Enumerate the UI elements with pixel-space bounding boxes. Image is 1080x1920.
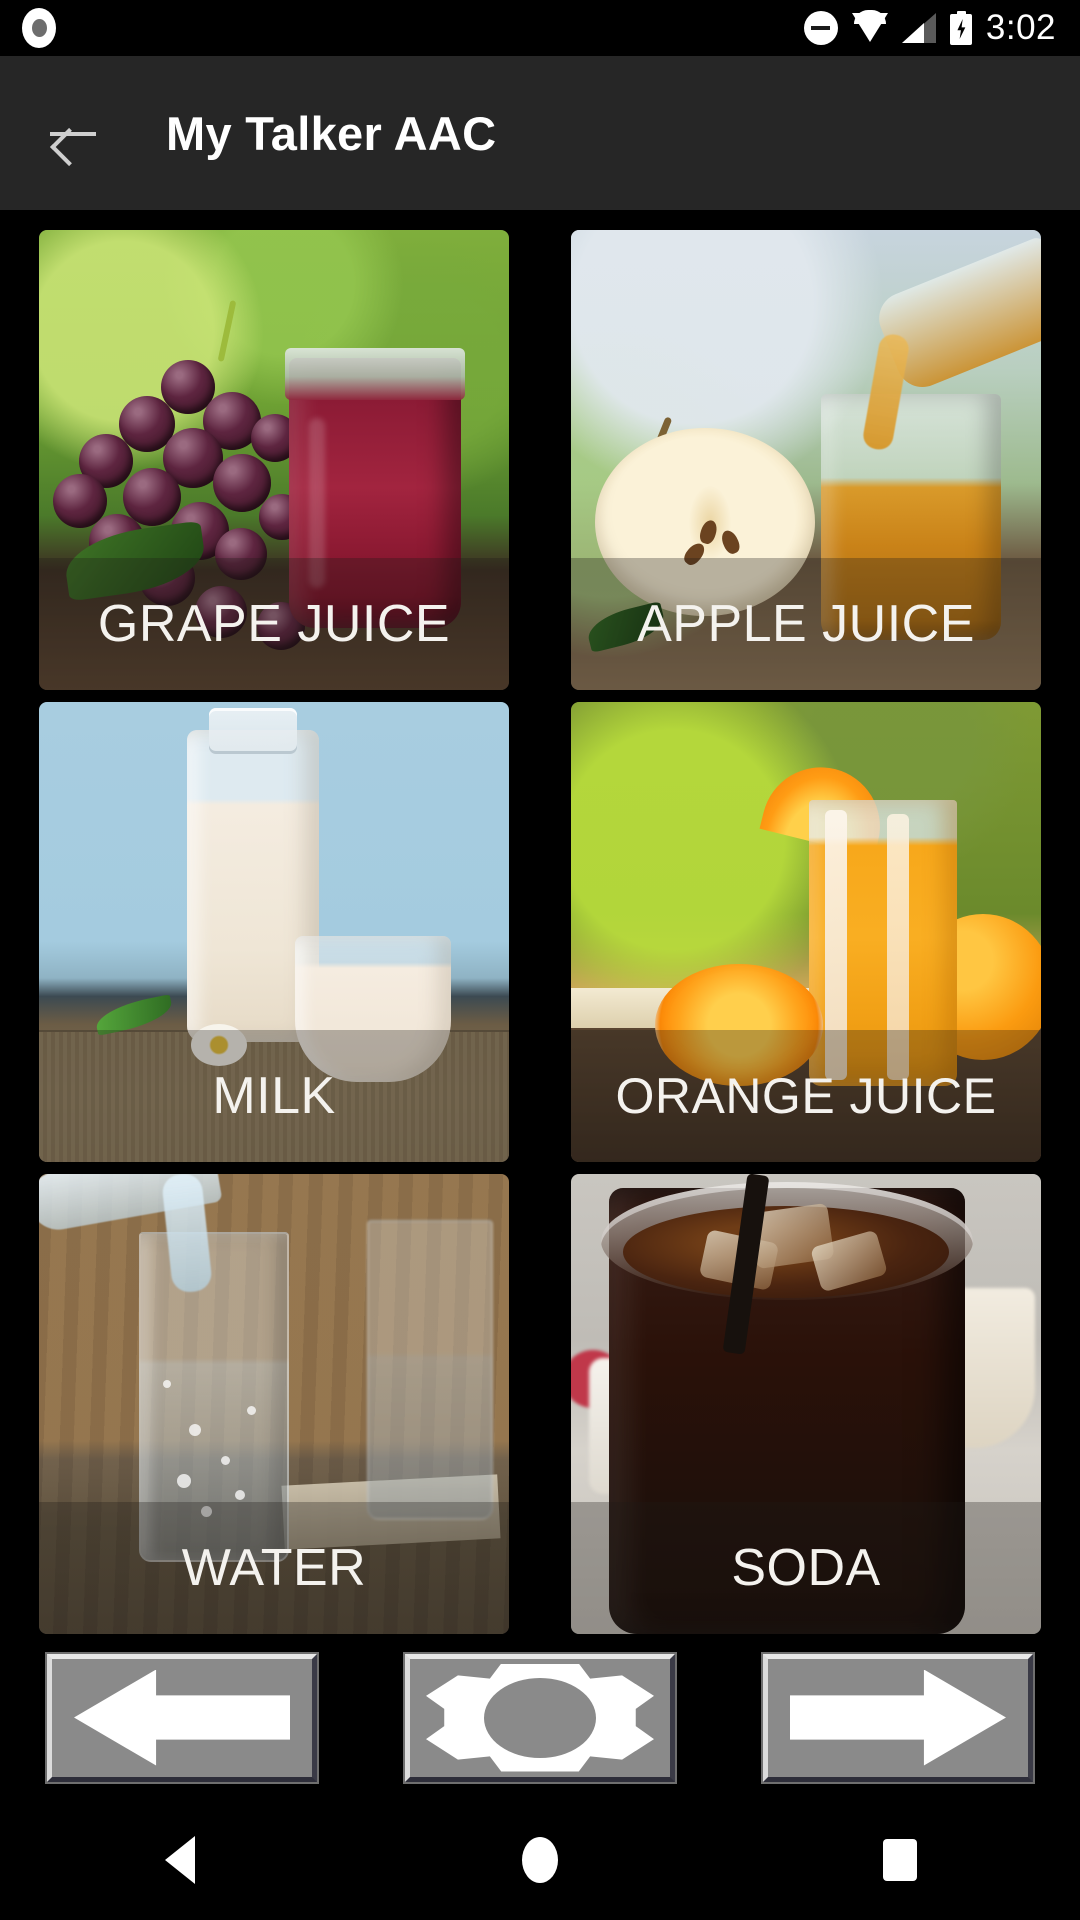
back-button[interactable] <box>18 78 128 188</box>
grid-cell-label: WATER <box>181 1539 367 1597</box>
grid-cell-apple-juice[interactable]: APPLE JUICE <box>571 230 1041 690</box>
grid-cell-orange-juice[interactable]: ORANGE JUICE <box>571 702 1041 1162</box>
previous-page-button[interactable] <box>47 1653 317 1782</box>
grid-cell-label-band: ORANGE JUICE <box>571 1030 1041 1162</box>
grid-cell-grape-juice[interactable]: GRAPE JUICE <box>39 230 509 690</box>
grid-cell-label: GRAPE JUICE <box>97 595 451 653</box>
grid-cell-label-band: WATER <box>39 1502 509 1634</box>
phone-screen: 3:02 My Talker AAC GRAPE JUICE APPLE JUI… <box>0 0 1080 1920</box>
status-bar-right: 3:02 <box>803 8 1080 48</box>
grid-cell-water[interactable]: WATER <box>39 1174 509 1634</box>
grid-cell-label-band: SODA <box>571 1502 1041 1634</box>
grid-cell-label: APPLE JUICE <box>637 595 975 653</box>
status-bar: 3:02 <box>0 0 1080 56</box>
drink-button-grid: GRAPE JUICE APPLE JUICE MILK ORANGE JUIC… <box>0 230 1080 1634</box>
control-bar <box>0 1645 1080 1790</box>
grid-cell-label-band: GRAPE JUICE <box>39 558 509 690</box>
grid-cell-milk[interactable]: MILK <box>39 702 509 1162</box>
grid-cell-soda[interactable]: SODA <box>571 1174 1041 1634</box>
record-dot-icon <box>22 8 56 48</box>
arrow-right-icon <box>790 1669 1006 1766</box>
nav-home-button[interactable] <box>450 1800 630 1920</box>
android-home-icon <box>522 1837 558 1883</box>
android-nav-bar <box>0 1800 1080 1920</box>
grid-cell-label: ORANGE JUICE <box>615 1068 997 1124</box>
do-not-disturb-icon <box>803 11 838 45</box>
status-bar-clock: 3:02 <box>985 8 1056 47</box>
grid-cell-label: MILK <box>212 1067 336 1125</box>
wifi-icon <box>851 10 888 43</box>
grid-cell-label: SODA <box>731 1539 881 1597</box>
nav-back-button[interactable] <box>90 1800 270 1920</box>
status-bar-left <box>0 8 56 48</box>
android-recents-icon <box>883 1839 917 1881</box>
android-back-icon <box>165 1836 195 1884</box>
arrow-left-icon <box>74 1669 290 1766</box>
battery-charging-icon <box>949 11 972 45</box>
gear-icon <box>426 1663 654 1772</box>
app-bar: My Talker AAC <box>0 56 1080 210</box>
page-title: My Talker AAC <box>166 106 497 160</box>
cell-signal-icon <box>901 13 936 43</box>
grid-cell-label-band: APPLE JUICE <box>571 558 1041 690</box>
back-arrow-icon <box>50 113 96 153</box>
settings-button[interactable] <box>405 1653 675 1782</box>
nav-recents-button[interactable] <box>810 1800 990 1920</box>
next-page-button[interactable] <box>763 1653 1033 1782</box>
grid-cell-label-band: MILK <box>39 1030 509 1162</box>
